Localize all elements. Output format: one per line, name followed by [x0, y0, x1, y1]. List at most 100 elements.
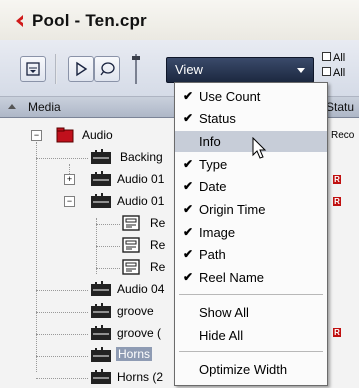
menu-item-type[interactable]: ✔ Type	[175, 154, 327, 175]
cubase-logo-icon	[16, 15, 23, 27]
menu-item-origin-time[interactable]: ✔ Origin Time	[175, 199, 327, 220]
region-icon	[122, 215, 140, 231]
menu-item-status[interactable]: ✔ Status	[175, 108, 327, 129]
hide-all-toggle[interactable]: All	[322, 67, 345, 79]
menu-item-label: Use Count	[199, 89, 261, 104]
menu-item-hide-all[interactable]: Hide All	[175, 325, 327, 346]
sort-up-icon	[8, 104, 16, 109]
record-status-badge: R	[333, 197, 341, 206]
menu-separator	[179, 351, 323, 352]
title-bar: Pool - Ten.cpr	[0, 0, 359, 41]
audio-file-icon	[91, 193, 111, 208]
menu-item-label: Optimize Width	[199, 362, 288, 377]
loop-speaker-icon	[100, 62, 115, 76]
list-item-label: Re	[150, 260, 166, 274]
region-icon	[122, 259, 140, 275]
checkmark-icon: ✔	[183, 270, 194, 284]
list-item[interactable]: Re	[0, 234, 175, 256]
view-dropdown-label: View	[175, 62, 203, 77]
expand-icon[interactable]: +	[64, 174, 75, 185]
view-menu: ✔ Use Count ✔ Status Info ✔ Type ✔ Date ✔ Ori…	[174, 82, 328, 386]
menu-item-label: Info	[199, 134, 221, 149]
menu-item-use-count[interactable]: ✔ Use Count	[175, 86, 327, 107]
audio-file-icon	[91, 303, 111, 318]
menu-item-optimize-width[interactable]: Optimize Width	[175, 359, 327, 380]
list-item[interactable]: Horns (2	[0, 366, 175, 388]
menu-item-label: Date	[199, 179, 227, 194]
hide-all-label: All	[333, 67, 346, 79]
loop-button[interactable]	[94, 56, 120, 82]
list-item-label: Audio	[82, 128, 113, 142]
menu-item-label: Type	[199, 157, 228, 172]
menu-item-image[interactable]: ✔ Image	[175, 222, 327, 243]
menu-separator	[179, 294, 323, 295]
status-value: Reco	[331, 130, 355, 141]
menu-item-label: Image	[199, 225, 236, 240]
list-item-label: groove	[117, 304, 154, 318]
menu-item-reel-name[interactable]: ✔ Reel Name	[175, 267, 327, 288]
menu-item-path[interactable]: ✔ Path	[175, 244, 327, 265]
checkmark-icon: ✔	[183, 202, 194, 216]
play-icon	[76, 61, 88, 77]
region-icon	[122, 237, 140, 253]
menu-item-label: Path	[199, 247, 226, 262]
audio-file-icon	[91, 369, 111, 384]
view-dropdown[interactable]: View	[166, 57, 314, 83]
checkmark-icon: ✔	[183, 157, 194, 171]
list-item[interactable]: Re	[0, 212, 175, 234]
checkmark-icon: ✔	[183, 247, 194, 261]
list-item-label: Re	[150, 238, 166, 252]
audio-file-icon	[91, 325, 111, 340]
audio-file-icon	[91, 171, 111, 186]
checkmark-icon: ✔	[183, 225, 194, 239]
volume-slider[interactable]	[132, 54, 140, 84]
menu-item-label: Origin Time	[199, 202, 266, 217]
list-item[interactable]: − Audio 01	[0, 190, 175, 212]
menu-item-label: Show All	[199, 305, 249, 320]
show-info-button[interactable]	[20, 56, 46, 82]
toolbar-divider	[55, 54, 57, 84]
mouse-cursor-icon	[252, 137, 267, 159]
menu-item-date[interactable]: ✔ Date	[175, 176, 327, 197]
list-item-label: Re	[150, 216, 166, 230]
collapse-icon[interactable]: −	[31, 130, 42, 141]
show-all-toggle[interactable]: All	[322, 52, 345, 64]
list-item[interactable]: + Audio 01	[0, 168, 175, 190]
menu-item-label: Hide All	[199, 328, 244, 343]
play-button[interactable]	[68, 56, 94, 82]
menu-item-label: Reel Name	[199, 270, 265, 285]
chevron-down-icon	[297, 68, 305, 73]
media-column-label: Media	[28, 100, 61, 114]
list-item[interactable]: groove	[0, 300, 175, 322]
collapse-icon[interactable]: −	[64, 196, 75, 207]
record-status-badge: R	[333, 328, 341, 337]
list-item-label: Horns (2	[117, 370, 164, 384]
list-item[interactable]: Re	[0, 256, 175, 278]
show-info-icon	[26, 62, 40, 76]
menu-item-show-all[interactable]: Show All	[175, 302, 327, 323]
audio-file-icon	[91, 149, 111, 164]
list-item-label: Audio 01	[117, 172, 165, 186]
list-item-label: Horns	[116, 347, 153, 361]
audio-file-icon	[91, 281, 111, 296]
checkmark-icon: ✔	[183, 179, 194, 193]
list-item[interactable]: groove (	[0, 322, 175, 344]
audio-file-icon	[91, 347, 111, 362]
menu-item-label: Status	[199, 111, 236, 126]
checkmark-icon: ✔	[183, 89, 194, 103]
audio-folder-icon	[56, 127, 74, 143]
show-all-label: All	[333, 52, 346, 64]
list-item[interactable]: Backing	[0, 146, 175, 168]
status-column-header[interactable]: Statu	[326, 100, 354, 114]
list-item-label: Backing	[120, 150, 163, 164]
record-status-badge: R	[333, 175, 341, 184]
window-title: Pool - Ten.cpr	[32, 11, 147, 30]
media-column-header[interactable]: Media	[8, 100, 61, 114]
list-item-label: Audio 01	[117, 194, 165, 208]
list-item[interactable]: Audio 04	[0, 278, 175, 300]
list-item[interactable]: Horns	[0, 344, 175, 366]
menu-item-info[interactable]: Info	[175, 131, 327, 152]
list-item-label: Audio 04	[117, 282, 165, 296]
list-item-label: groove (	[117, 326, 162, 340]
checkmark-icon: ✔	[183, 111, 194, 125]
